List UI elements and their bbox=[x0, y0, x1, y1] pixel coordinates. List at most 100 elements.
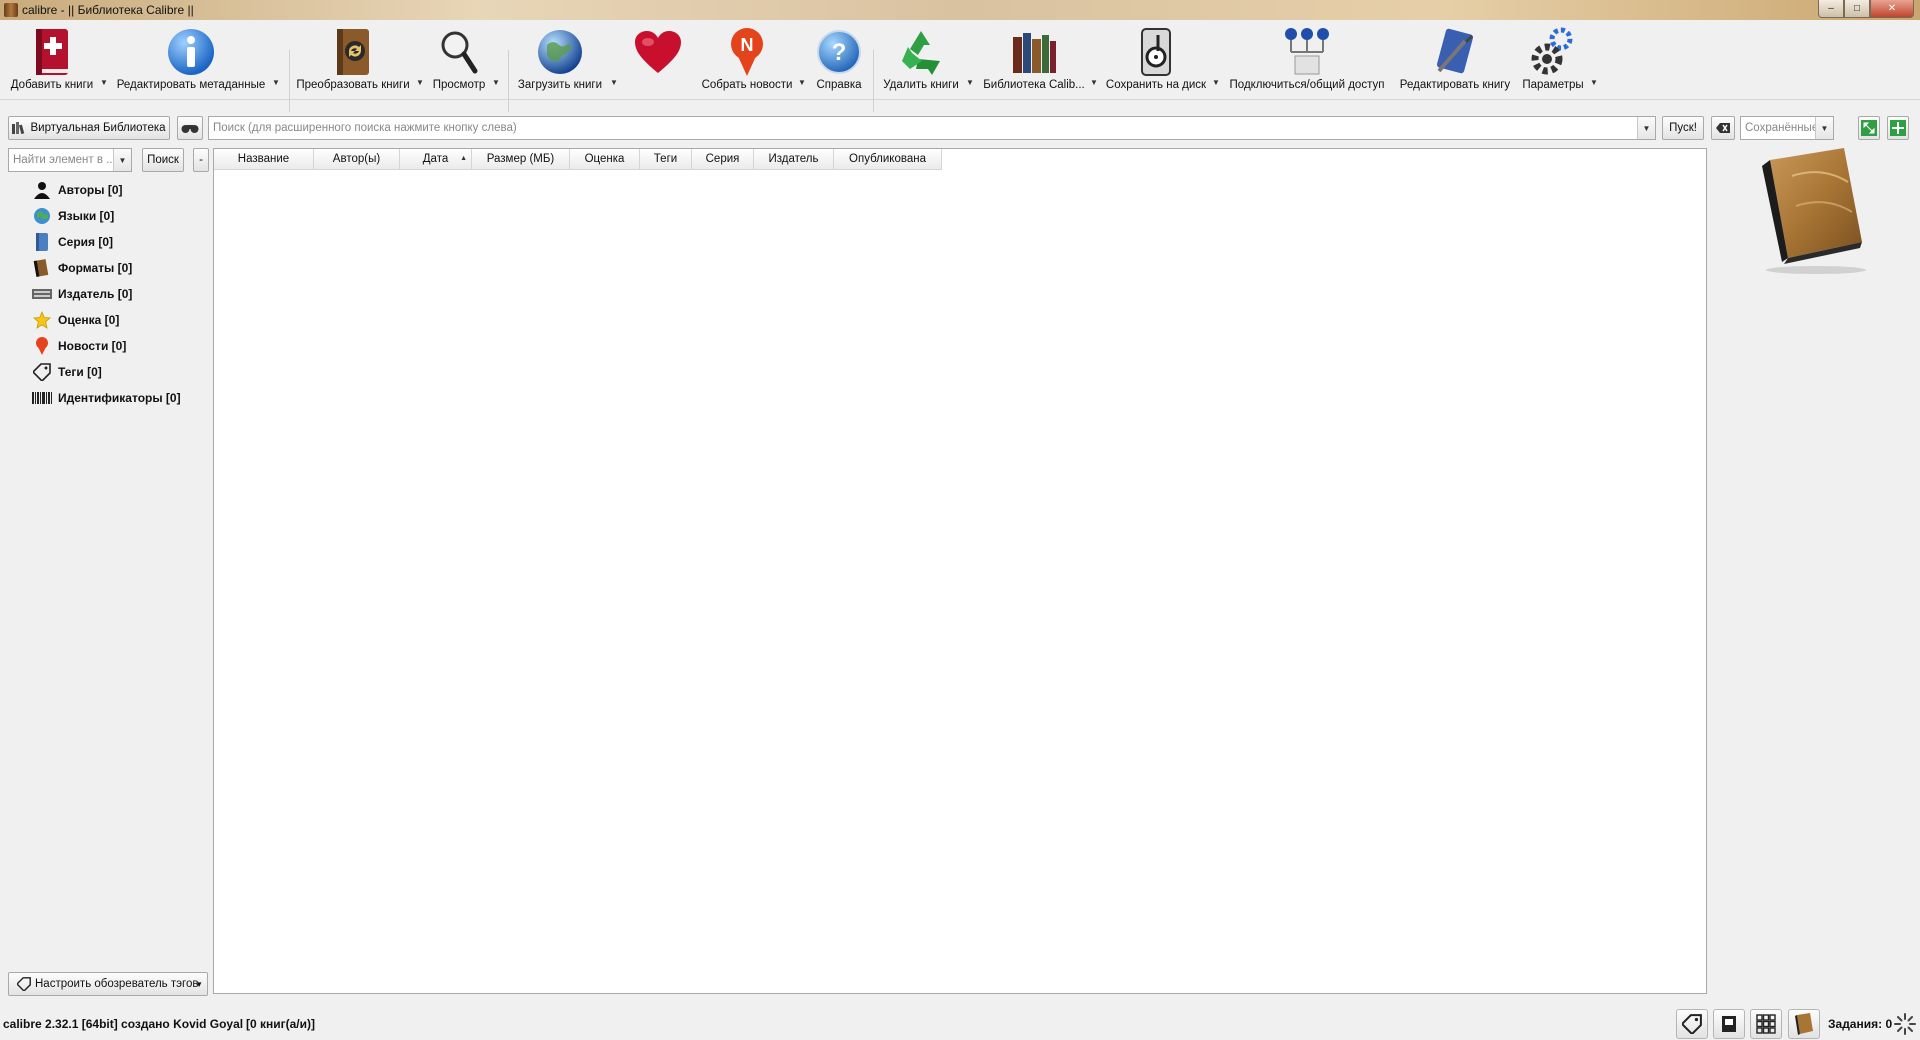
library-icon bbox=[1013, 33, 1056, 73]
tag-category-identifiers[interactable]: Идентификаторы [0] bbox=[32, 388, 181, 408]
saved-searches-select[interactable]: Сохранённые ... ▼ bbox=[1740, 116, 1834, 140]
fetch-news-label: Собрать новости bbox=[701, 79, 793, 91]
remove-books-button[interactable]: Удалить книги bbox=[878, 24, 964, 91]
column-header-publisher[interactable]: Издатель bbox=[754, 149, 834, 170]
title-bar: calibre - || Библиотека Calibre || ‒ □ ✕ bbox=[0, 0, 1920, 20]
convert-dropdown[interactable]: ▼ bbox=[416, 78, 424, 87]
saved-searches-dropdown[interactable]: ▼ bbox=[1815, 117, 1833, 139]
book-details-icon bbox=[1722, 1016, 1736, 1032]
save-to-disk-label: Сохранить на диск bbox=[1105, 79, 1207, 91]
search-bar-row: Виртуальная Библиотека Поиск (для расшир… bbox=[0, 114, 1920, 142]
preferences-button[interactable]: Параметры bbox=[1520, 24, 1586, 91]
donate-button[interactable] bbox=[630, 24, 686, 79]
help-button[interactable]: ? Справка bbox=[812, 24, 866, 91]
column-header-series[interactable]: Серия bbox=[692, 149, 754, 170]
configure-tag-browser-button[interactable]: Настроить обозреватель тэгов ▼ bbox=[8, 972, 208, 996]
edit-book-icon bbox=[1436, 28, 1474, 74]
connect-share-button[interactable]: Подключиться/общий доступ bbox=[1230, 24, 1384, 91]
recycle-icon bbox=[902, 31, 940, 75]
save-to-disk-button[interactable]: Сохранить на диск bbox=[1104, 24, 1208, 91]
clear-search-button[interactable] bbox=[1711, 116, 1735, 140]
tag-category-tags[interactable]: Теги [0] bbox=[32, 362, 102, 382]
tag-category-rating[interactable]: Оценка [0] bbox=[32, 310, 119, 330]
search-input[interactable]: Поиск (для расширенного поиска нажмите к… bbox=[208, 116, 1656, 140]
tag-collapse-button[interactable]: - bbox=[193, 148, 209, 172]
edit-book-label: Редактировать книгу bbox=[1399, 79, 1511, 91]
library-button[interactable]: Библиотека Calib... bbox=[980, 24, 1088, 91]
fetch-news-button[interactable]: N Собрать новости bbox=[700, 24, 794, 91]
edit-metadata-button[interactable]: Редактировать метаданные bbox=[115, 24, 267, 91]
plus-green-icon bbox=[1890, 120, 1906, 136]
calibre-app-icon bbox=[4, 3, 18, 17]
save-to-disk-dropdown[interactable]: ▼ bbox=[1212, 78, 1220, 87]
column-header-tags[interactable]: Теги bbox=[640, 149, 692, 170]
sort-ascending-icon: ▲ bbox=[460, 155, 467, 162]
search-history-dropdown[interactable]: ▼ bbox=[1637, 117, 1655, 139]
get-books-label: Загрузить книги bbox=[517, 79, 603, 91]
save-search-button[interactable] bbox=[1887, 116, 1909, 140]
preferences-dropdown[interactable]: ▼ bbox=[1590, 78, 1598, 87]
column-header-published[interactable]: Опубликована bbox=[834, 149, 942, 170]
tag-category-label: Оценка [0] bbox=[58, 313, 120, 327]
search-go-button[interactable]: Пуск! bbox=[1662, 116, 1704, 140]
get-books-dropdown[interactable]: ▼ bbox=[610, 78, 618, 87]
tag-category-news[interactable]: Новости [0] bbox=[32, 336, 126, 356]
toggle-tag-browser-button[interactable] bbox=[1676, 1009, 1708, 1039]
help-label: Справка bbox=[816, 79, 862, 91]
view-dropdown[interactable]: ▼ bbox=[492, 78, 500, 87]
toggle-cover-browser-button[interactable] bbox=[1788, 1009, 1820, 1039]
advanced-search-button[interactable] bbox=[177, 116, 203, 140]
get-books-button[interactable]: Загрузить книги bbox=[514, 24, 606, 91]
tag-category-languages[interactable]: Языки [0] bbox=[32, 206, 114, 226]
gear-icon bbox=[1531, 27, 1573, 75]
column-header-date[interactable]: Дата ▲ bbox=[400, 149, 472, 170]
column-header-authors[interactable]: Автор(ы) bbox=[314, 149, 400, 170]
grid-icon bbox=[1756, 1014, 1776, 1034]
book-list-table[interactable]: Название Автор(ы) Дата ▲ Размер (МБ) Оце… bbox=[213, 148, 1707, 994]
cover-panel bbox=[1712, 146, 1920, 996]
view-button[interactable]: Просмотр bbox=[428, 24, 490, 91]
library-dropdown[interactable]: ▼ bbox=[1090, 78, 1098, 87]
window-title: calibre - || Библиотека Calibre || bbox=[22, 3, 194, 17]
series-icon bbox=[36, 233, 48, 251]
tag-find-button[interactable]: Поиск bbox=[142, 148, 184, 172]
tag-category-label: Авторы [0] bbox=[58, 183, 123, 197]
spinner-icon bbox=[1894, 1013, 1916, 1035]
tag-category-label: Теги [0] bbox=[58, 365, 102, 379]
jobs-text[interactable]: Задания: 0 bbox=[1828, 1017, 1892, 1031]
minimize-button[interactable]: ‒ bbox=[1818, 0, 1844, 18]
toolbar-separator bbox=[873, 50, 874, 112]
fetch-news-dropdown[interactable]: ▼ bbox=[798, 78, 806, 87]
add-books-dropdown[interactable]: ▼ bbox=[100, 78, 108, 87]
tag-category-authors[interactable]: Авторы [0] bbox=[32, 180, 123, 200]
book-cover-icon bbox=[1762, 148, 1866, 274]
tag-category-label: Языки [0] bbox=[58, 209, 115, 223]
column-header-title[interactable]: Название bbox=[214, 149, 314, 170]
close-button[interactable]: ✕ bbox=[1870, 0, 1914, 18]
tag-category-label: Издатель [0] bbox=[58, 287, 133, 301]
remove-books-dropdown[interactable]: ▼ bbox=[966, 78, 974, 87]
edit-metadata-dropdown[interactable]: ▼ bbox=[272, 78, 280, 87]
column-header-size[interactable]: Размер (МБ) bbox=[472, 149, 570, 170]
globe-icon bbox=[538, 30, 582, 74]
tag-find-dropdown[interactable]: ▼ bbox=[113, 149, 131, 171]
tag-category-series[interactable]: Серия [0] bbox=[32, 232, 113, 252]
tag-category-label: Форматы [0] bbox=[58, 261, 133, 275]
virtual-library-button[interactable]: Виртуальная Библиотека bbox=[8, 116, 170, 140]
tag-icon bbox=[17, 977, 31, 991]
maximize-button[interactable]: □ bbox=[1844, 0, 1870, 18]
tag-category-formats[interactable]: Форматы [0] bbox=[32, 258, 132, 278]
tag-find-input[interactable]: Найти элемент в ... ▼ bbox=[8, 148, 132, 172]
add-books-button[interactable]: Добавить книги bbox=[8, 24, 96, 91]
tag-category-publisher[interactable]: Издатель [0] bbox=[32, 284, 132, 304]
add-books-label: Добавить книги bbox=[10, 79, 94, 91]
column-header-rating[interactable]: Оценка bbox=[570, 149, 640, 170]
tag-category-label: Новости [0] bbox=[58, 339, 127, 353]
toggle-book-details-button[interactable] bbox=[1713, 1009, 1745, 1039]
copy-search-button[interactable] bbox=[1858, 116, 1880, 140]
formats-icon bbox=[33, 259, 49, 277]
edit-book-button[interactable]: Редактировать книгу bbox=[1396, 24, 1514, 91]
toggle-cover-grid-button[interactable] bbox=[1750, 1009, 1782, 1039]
tag-category-label: Серия [0] bbox=[58, 235, 114, 249]
convert-books-button[interactable]: Преобразовать книги bbox=[296, 24, 410, 91]
